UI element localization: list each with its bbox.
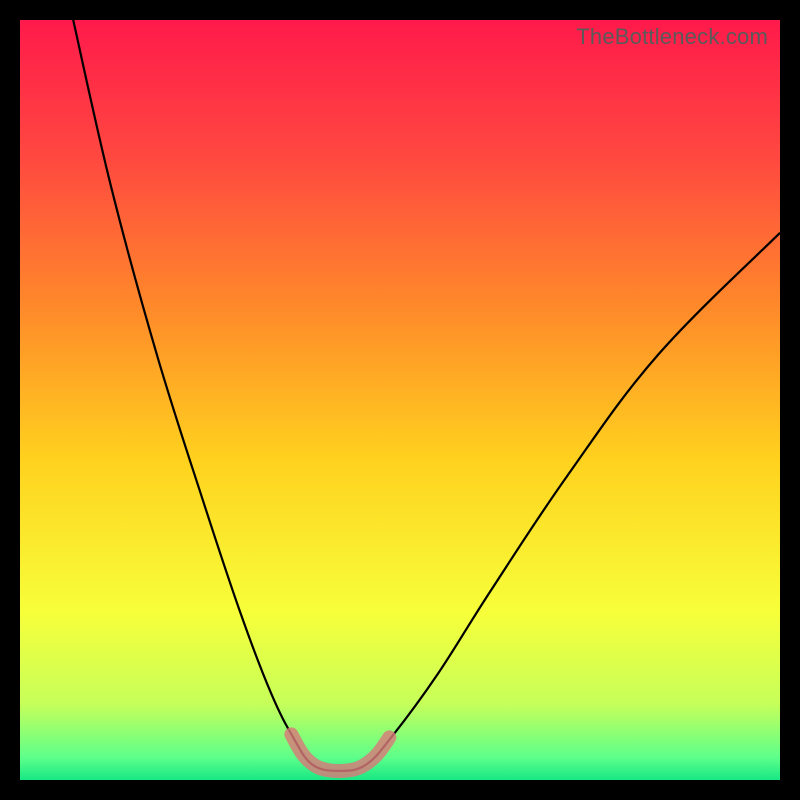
chart-background — [20, 20, 780, 780]
bottleneck-chart — [20, 20, 780, 780]
chart-frame: TheBottleneck.com — [20, 20, 780, 780]
watermark-text: TheBottleneck.com — [576, 24, 768, 50]
